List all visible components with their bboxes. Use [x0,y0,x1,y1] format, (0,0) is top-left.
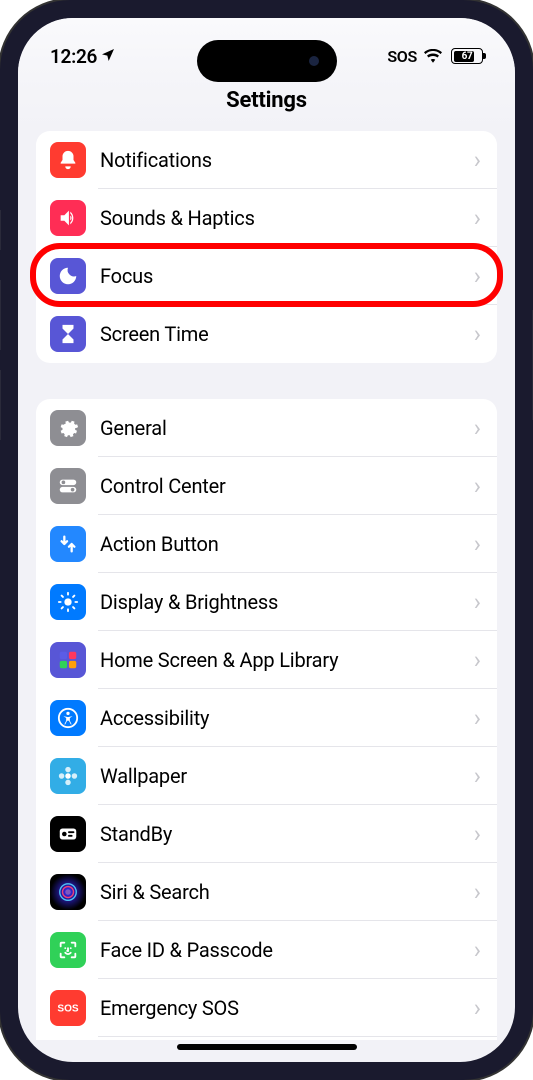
wifi-icon [424,45,442,68]
dynamic-island [197,40,337,82]
chevron-right-icon: › [474,320,481,348]
row-sos[interactable]: SOS Emergency SOS› [36,979,497,1037]
row-label: Notifications [100,148,468,172]
row-exposure[interactable]: Exposure Notifications› [36,1037,497,1040]
chevron-right-icon: › [474,762,481,790]
chevron-right-icon: › [474,262,481,290]
phone-frame: 12:26 SOS 67 Settings [0,0,533,1080]
row-label: Face ID & Passcode [100,938,468,962]
nav-header: Settings [18,76,515,131]
row-label: Emergency SOS [100,996,468,1020]
chevron-right-icon: › [474,472,481,500]
row-wallpaper[interactable]: Wallpaper› [36,747,497,805]
row-sounds[interactable]: Sounds & Haptics› [36,189,497,247]
status-left: 12:26 [50,45,116,68]
row-controlcenter[interactable]: Control Center› [36,457,497,515]
ringer-switch [0,210,1,250]
standby-icon [50,816,86,852]
bell-icon [50,142,86,178]
row-faceid[interactable]: Face ID & Passcode› [36,921,497,979]
status-time: 12:26 [50,45,97,68]
action-icon [50,526,86,562]
gear-icon [50,410,86,446]
settings-group: General›Control Center›Action Button›Dis… [36,399,497,1040]
flower-icon [50,758,86,794]
screen: 12:26 SOS 67 Settings [18,18,515,1062]
sos-indicator: SOS [387,47,417,66]
home-indicator[interactable] [177,1044,357,1050]
row-label: Siri & Search [100,880,468,904]
row-siri[interactable]: Siri & Search› [36,863,497,921]
battery-percent: 67 [452,49,482,63]
moon-icon [50,258,86,294]
row-label: Control Center [100,474,468,498]
row-actionbutton[interactable]: Action Button› [36,515,497,573]
settings-list[interactable]: Notifications›Sounds & Haptics›Focus›Scr… [18,131,515,1040]
chevron-right-icon: › [474,936,481,964]
grid-icon [50,642,86,678]
row-label: Screen Time [100,322,468,346]
row-screentime[interactable]: Screen Time› [36,305,497,363]
volume-down-button [0,370,1,440]
row-accessibility[interactable]: Accessibility› [36,689,497,747]
chevron-right-icon: › [474,414,481,442]
siri-icon [50,874,86,910]
row-label: Wallpaper [100,764,468,788]
sun-icon [50,584,86,620]
chevron-right-icon: › [474,704,481,732]
status-right: SOS 67 [387,45,483,68]
chevron-right-icon: › [474,878,481,906]
row-label: Home Screen & App Library [100,648,468,672]
row-label: StandBy [100,822,468,846]
chevron-right-icon: › [474,530,481,558]
row-label: Action Button [100,532,468,556]
chevron-right-icon: › [474,146,481,174]
hourglass-icon [50,316,86,352]
row-label: Display & Brightness [100,590,468,614]
row-standby[interactable]: StandBy› [36,805,497,863]
svg-text:SOS: SOS [57,1004,79,1015]
row-label: Focus [100,264,468,288]
speaker-icon [50,200,86,236]
row-display[interactable]: Display & Brightness› [36,573,497,631]
accessibility-icon [50,700,86,736]
battery-indicator: 67 [449,48,483,64]
row-label: Sounds & Haptics [100,206,468,230]
row-notifications[interactable]: Notifications› [36,131,497,189]
settings-group: Notifications›Sounds & Haptics›Focus›Scr… [36,131,497,363]
row-general[interactable]: General› [36,399,497,457]
page-title: Settings [18,88,515,113]
chevron-right-icon: › [474,820,481,848]
faceid-icon [50,932,86,968]
volume-up-button [0,280,1,350]
row-homescreen[interactable]: Home Screen & App Library› [36,631,497,689]
row-focus[interactable]: Focus› [36,247,497,305]
sostext-icon: SOS [50,990,86,1026]
row-label: Accessibility [100,706,468,730]
chevron-right-icon: › [474,204,481,232]
switches-icon [50,468,86,504]
chevron-right-icon: › [474,994,481,1022]
location-icon [100,45,116,68]
chevron-right-icon: › [474,646,481,674]
row-label: General [100,416,468,440]
chevron-right-icon: › [474,588,481,616]
